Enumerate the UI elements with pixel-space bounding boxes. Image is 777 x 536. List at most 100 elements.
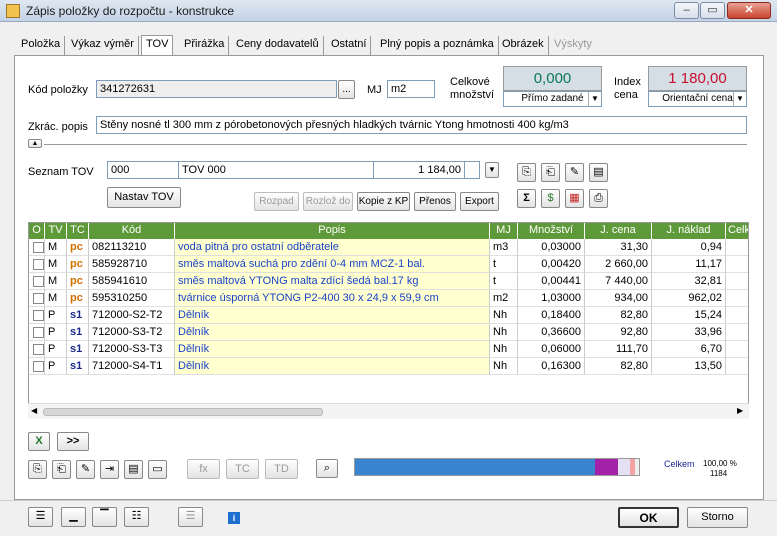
storno-button[interactable]: Storno <box>687 507 748 528</box>
delete-row-icon[interactable]: ▭ <box>148 460 167 479</box>
level-outdent-icon[interactable]: ▔ <box>92 507 117 527</box>
seznam-name[interactable]: TOV 000 <box>178 161 374 179</box>
new-row-icon[interactable]: ▤ <box>124 460 143 479</box>
insert-row-icon[interactable]: ⎘ <box>28 460 47 479</box>
row-checkbox[interactable] <box>29 341 45 358</box>
close-button[interactable]: ✕ <box>727 2 771 19</box>
checkbox[interactable] <box>33 327 44 338</box>
row-checkbox[interactable] <box>29 239 45 256</box>
col-mnozstvi[interactable]: Množství <box>518 223 585 239</box>
checkbox[interactable] <box>33 293 44 304</box>
table-row[interactable]: Mpc 082113210 voda pitná pro ostatní odběr… <box>29 239 748 256</box>
seznam-dropdown-icon[interactable]: ▼ <box>485 162 499 178</box>
fx-button[interactable]: fx <box>187 459 220 479</box>
col-popis[interactable]: Popis <box>175 223 490 239</box>
tab-vykaz-vymer[interactable]: Výkaz výměr <box>67 36 139 55</box>
table-row[interactable]: Ps1 712000-S2-T2 Dělník Nh 0,18400 82,80 15,24 <box>29 307 748 324</box>
cell-kod: 712000-S3-T3 <box>89 341 175 358</box>
rozloz-do-button[interactable]: Rozlož do <box>303 192 353 211</box>
kod-browse-button[interactable]: ... <box>338 80 355 99</box>
tab-ceny-dodavatelu[interactable]: Ceny dodavatelů <box>232 36 324 55</box>
copy-icon[interactable]: ⎗ <box>541 163 560 182</box>
more-button[interactable]: >> <box>57 432 89 451</box>
calculator-icon[interactable]: ▦ <box>565 189 584 208</box>
insert-copy-icon[interactable]: ⎗ <box>52 460 71 479</box>
checkbox[interactable] <box>33 361 44 372</box>
checkbox[interactable] <box>33 310 44 321</box>
collapse-icon[interactable]: ▲ <box>28 139 42 148</box>
print-icon[interactable]: ⎙ <box>589 189 608 208</box>
col-kod[interactable]: Kód <box>89 223 175 239</box>
horizontal-scrollbar[interactable]: ◀ ▶ <box>28 403 749 419</box>
seznam-value[interactable]: 1 184,00 <box>373 161 465 179</box>
col-tv[interactable]: TV <box>45 223 67 239</box>
row-checkbox[interactable] <box>29 307 45 324</box>
checkbox[interactable] <box>33 276 44 287</box>
tov-grid[interactable]: O TV TC Kód Popis MJ Množství J. cena J.… <box>28 222 749 407</box>
cell-j-naklad: 6,70 <box>652 341 726 358</box>
col-o[interactable]: O <box>29 223 45 239</box>
minimize-button[interactable]: – <box>674 2 699 19</box>
info-icon[interactable]: i <box>228 512 240 524</box>
cell-tv: P <box>45 341 67 358</box>
checkbox[interactable] <box>33 344 44 355</box>
maximize-button[interactable]: ▭ <box>700 2 725 19</box>
paste-icon[interactable]: ⎘ <box>517 163 536 182</box>
chevron-down-icon[interactable]: ▼ <box>733 92 746 106</box>
chevron-down-icon[interactable]: ▼ <box>588 92 601 106</box>
kod-input[interactable]: 341272631 <box>96 80 337 98</box>
tab-polozka[interactable]: Položka <box>17 36 66 55</box>
table-row[interactable]: Ps1 712000-S4-T1 Dělník Nh 0,16300 82,80 13,50 <box>29 358 748 375</box>
rozpad-button[interactable]: Rozpad <box>254 192 299 211</box>
zkrac-input[interactable]: Stěny nosné tl 300 mm z pórobetonových p… <box>96 116 747 134</box>
td-button[interactable]: TD <box>265 459 298 479</box>
cell-mj: Nh <box>490 341 518 358</box>
scroll-left-icon[interactable]: ◀ <box>31 406 37 415</box>
tab-tov[interactable]: TOV <box>141 35 174 55</box>
tab-ostatni[interactable]: Ostatní <box>327 36 372 55</box>
level-012-icon[interactable]: ☰ <box>28 507 53 527</box>
tab-obrazek[interactable]: Obrázek <box>498 36 549 55</box>
col-mj[interactable]: MJ <box>490 223 518 239</box>
table-row[interactable]: Mpc 585941610 směs maltová YTONG malta zdí… <box>29 273 748 290</box>
cell-kod: 082113210 <box>89 239 175 256</box>
tc-button[interactable]: TC <box>226 459 259 479</box>
nastav-tov-button[interactable]: Nastav TOV <box>107 187 181 208</box>
table-row[interactable]: Ps1 712000-S3-T3 Dělník Nh 0,06000 111,70 6,70 <box>29 341 748 358</box>
tab-plny-popis[interactable]: Plný popis a poznámka <box>376 36 499 55</box>
scroll-right-icon[interactable]: ▶ <box>737 406 743 415</box>
col-j-naklad[interactable]: J. náklad <box>652 223 726 239</box>
new-doc-icon[interactable]: ▤ <box>589 163 608 182</box>
kopie-z-kp-button[interactable]: Kopie z KP <box>357 192 410 211</box>
row-checkbox[interactable] <box>29 290 45 307</box>
col-celk[interactable]: Celk <box>726 223 748 239</box>
edit-row-icon[interactable]: ✎ <box>76 460 95 479</box>
row-checkbox[interactable] <box>29 324 45 341</box>
level-list-icon[interactable]: ☷ <box>124 507 149 527</box>
level-indent-icon[interactable]: ▁ <box>61 507 86 527</box>
table-row[interactable]: Mpc 585928710 směs maltová suchá pro zdění… <box>29 256 748 273</box>
table-row[interactable]: Mpc 595310250 tvárnice úsporná YTONG P2-40… <box>29 290 748 307</box>
details-icon[interactable]: ☰ <box>178 507 203 527</box>
edit-icon[interactable]: ✎ <box>565 163 584 182</box>
checkbox[interactable] <box>33 242 44 253</box>
col-tc[interactable]: TC <box>67 223 89 239</box>
preview-icon[interactable]: ⌕ <box>316 459 338 478</box>
checkbox[interactable] <box>33 259 44 270</box>
mj-input[interactable]: m2 <box>387 80 435 98</box>
seznam-code[interactable]: 000 <box>107 161 179 179</box>
row-checkbox[interactable] <box>29 273 45 290</box>
export-button[interactable]: Export <box>460 192 499 211</box>
col-j-cena[interactable]: J. cena <box>585 223 652 239</box>
prenos-button[interactable]: Přenos <box>414 192 456 211</box>
money-icon[interactable]: $ <box>541 189 560 208</box>
row-checkbox[interactable] <box>29 358 45 375</box>
table-row[interactable]: Ps1 712000-S3-T2 Dělník Nh 0,36600 92,80 33,96 <box>29 324 748 341</box>
move-row-icon[interactable]: ⇥ <box>100 460 119 479</box>
tab-prirazka[interactable]: Přirážka <box>180 36 230 55</box>
excel-icon[interactable]: X <box>28 432 50 451</box>
scroll-thumb[interactable] <box>43 408 323 416</box>
row-checkbox[interactable] <box>29 256 45 273</box>
sum-icon[interactable]: Σ <box>517 189 536 208</box>
ok-button[interactable]: OK <box>618 507 679 528</box>
